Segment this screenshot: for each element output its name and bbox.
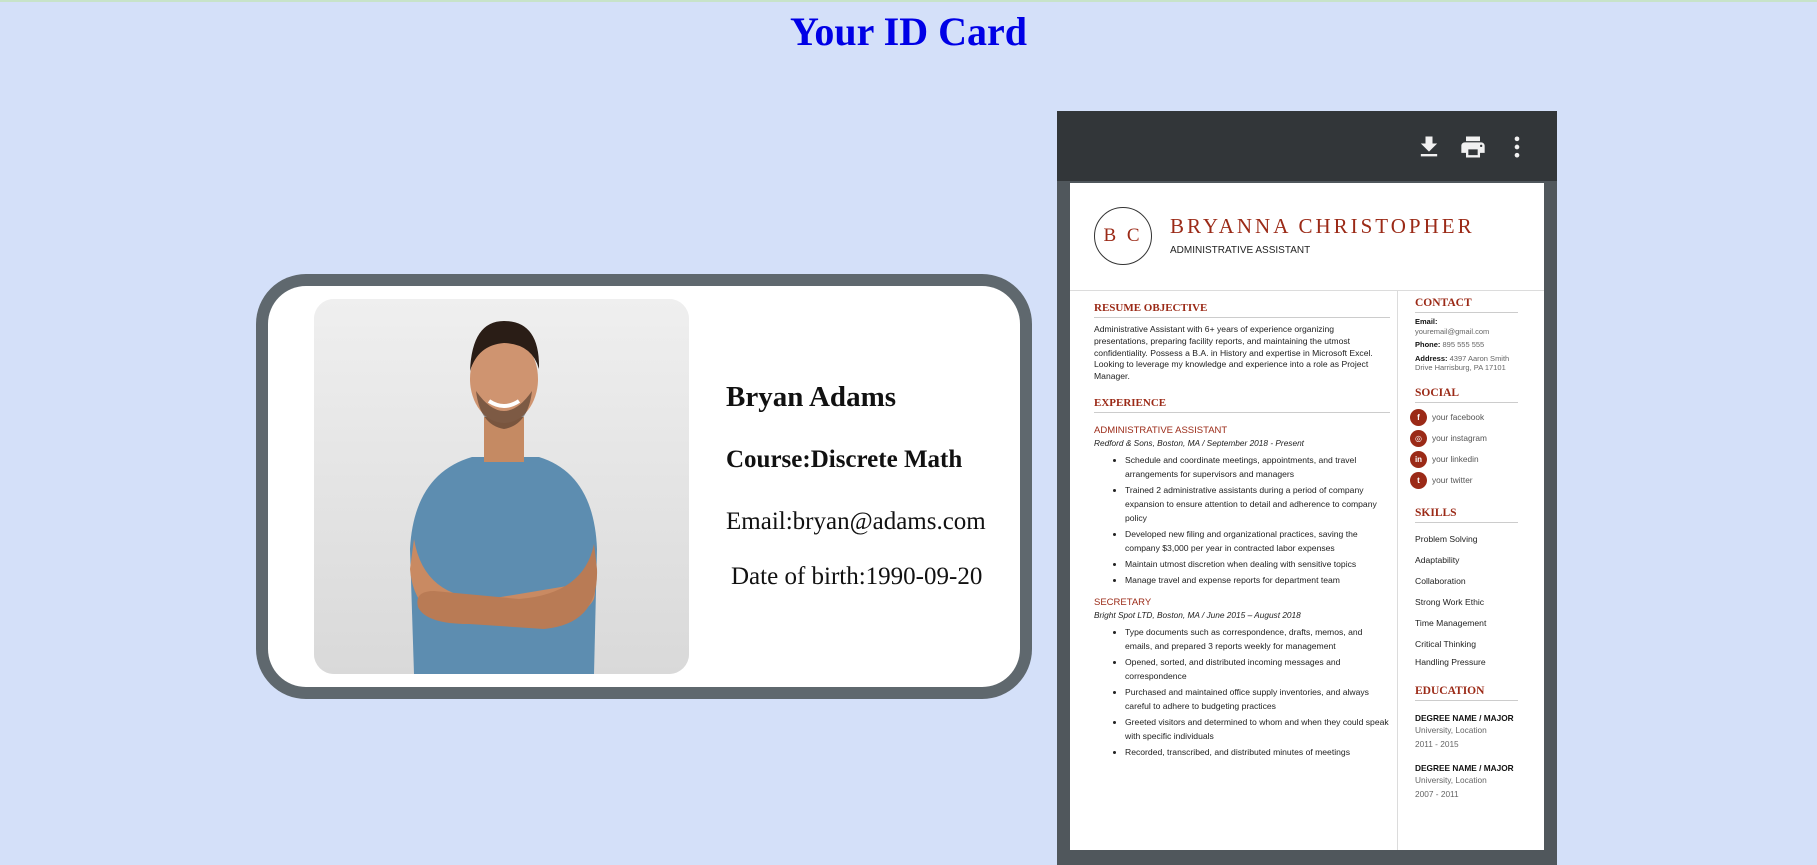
facebook-icon: f	[1410, 408, 1427, 426]
job-bullet: Greeted visitors and determined to whom …	[1125, 715, 1390, 743]
job-bullet: Type documents such as correspondence, d…	[1125, 625, 1390, 653]
objective-heading: RESUME OBJECTIVE	[1094, 302, 1390, 318]
pdf-viewer: B C BRYANNA CHRISTOPHER ADMINISTRATIVE A…	[1057, 111, 1557, 865]
social-list: f your facebook ◎ your instagram in your link…	[1410, 408, 1518, 489]
job-bullet: Maintain utmost discretion when dealing …	[1125, 557, 1390, 571]
email-value: youremail@gmail.com	[1415, 326, 1490, 336]
job-bullet: Trained 2 administrative assistants duri…	[1125, 483, 1390, 525]
id-card-inner: Bryan Adams Course:Discrete Math Email:b…	[268, 286, 1020, 687]
job-title: SECRETARY	[1094, 596, 1152, 608]
job-bullet: Recorded, transcribed, and distributed m…	[1125, 745, 1390, 759]
column-divider	[1397, 291, 1398, 850]
monogram: B C	[1094, 207, 1152, 265]
job-bullets: Type documents such as correspondence, d…	[1125, 625, 1390, 759]
education-list: DEGREE NAME / MAJOR University, Location 2…	[1415, 713, 1518, 801]
viewer-toolbar	[1057, 111, 1557, 181]
education-heading: EDUCATION	[1415, 685, 1518, 701]
page-title: Your ID Card	[789, 9, 1028, 54]
card-email: Email:bryan@adams.com	[726, 508, 986, 535]
download-icon[interactable]	[1415, 133, 1443, 161]
education-school: University, Location	[1415, 774, 1487, 785]
skill-item: Handling Pressure	[1415, 656, 1486, 667]
education-degree: DEGREE NAME / MAJOR	[1415, 762, 1514, 773]
card-name: Bryan Adams	[726, 381, 897, 413]
contact-email: Email: youremail@gmail.com	[1415, 317, 1518, 336]
job-meta: Bright Spot LTD, Boston, MA / June 2015 …	[1094, 609, 1301, 620]
skills-list: Problem Solving Adaptability Collaboration…	[1415, 534, 1518, 667]
linkedin-icon: in	[1410, 450, 1427, 468]
education-years: 2007 - 2011	[1415, 788, 1459, 799]
card-course: Course:Discrete Math	[726, 446, 963, 473]
education-years: 2011 - 2015	[1415, 738, 1459, 749]
social-link[interactable]: ◎ your instagram	[1410, 429, 1518, 447]
phone-value: 895 555 555	[1442, 340, 1485, 349]
job-bullet: Opened, sorted, and distributed incoming…	[1125, 655, 1390, 683]
resume-main-column: RESUME OBJECTIVE Administrative Assistan…	[1094, 302, 1390, 761]
address-label: Address:	[1415, 353, 1448, 363]
contact-address: Address: 4397 Aaron Smith Drive Harrisbu…	[1415, 354, 1518, 373]
person-illustration	[314, 299, 689, 674]
social-heading: SOCIAL	[1415, 387, 1518, 403]
social-link[interactable]: in your linkedin	[1410, 450, 1518, 468]
skill-item: Critical Thinking	[1415, 638, 1476, 649]
social-link[interactable]: t your twitter	[1410, 471, 1518, 489]
card-dob: Date of birth:1990-09-20	[731, 563, 983, 590]
resume-name: BRYANNA CHRISTOPHER	[1170, 214, 1475, 238]
resume-page: B C BRYANNA CHRISTOPHER ADMINISTRATIVE A…	[1070, 183, 1544, 850]
skill-item: Collaboration	[1415, 575, 1466, 586]
skill-item: Adaptability	[1415, 554, 1460, 565]
profile-photo	[314, 299, 689, 674]
skills-heading: SKILLS	[1415, 507, 1518, 523]
social-label: your instagram	[1432, 433, 1487, 443]
job-meta: Redford & Sons, Boston, MA / September 2…	[1094, 437, 1304, 448]
objective-text: Administrative Assistant with 6+ years o…	[1094, 324, 1373, 382]
job-bullet: Manage travel and expense reports for de…	[1125, 573, 1390, 587]
social-label: your twitter	[1432, 475, 1473, 485]
social-label: your linkedin	[1432, 454, 1479, 464]
resume-role: ADMINISTRATIVE ASSISTANT	[1170, 245, 1311, 256]
twitter-icon: t	[1410, 471, 1427, 489]
job-bullets: Schedule and coordinate meetings, appoin…	[1125, 453, 1390, 587]
job-bullet: Schedule and coordinate meetings, appoin…	[1125, 453, 1390, 481]
resume-header: B C BRYANNA CHRISTOPHER ADMINISTRATIVE A…	[1070, 183, 1544, 291]
experience-list: ADMINISTRATIVE ASSISTANT Redford & Sons, …	[1094, 425, 1390, 759]
social-label: your facebook	[1432, 412, 1485, 422]
instagram-icon: ◎	[1410, 429, 1427, 447]
phone-label: Phone:	[1415, 340, 1441, 349]
contact-heading: CONTACT	[1415, 297, 1518, 313]
social-link[interactable]: f your facebook	[1410, 408, 1518, 426]
experience-heading: EXPERIENCE	[1094, 397, 1390, 413]
resume-side-column: CONTACT Email: youremail@gmail.com Phone…	[1410, 297, 1518, 801]
top-divider	[0, 0, 1817, 2]
education-school: University, Location	[1415, 724, 1487, 735]
education-degree: DEGREE NAME / MAJOR	[1415, 712, 1514, 723]
print-icon[interactable]	[1459, 133, 1487, 161]
job-bullet: Developed new filing and organizational …	[1125, 527, 1390, 555]
email-label: Email:	[1415, 317, 1438, 326]
contact-phone: Phone: 895 555 555	[1415, 340, 1518, 350]
skill-item: Strong Work Ethic	[1415, 596, 1485, 607]
id-card-info: Bryan Adams Course:Discrete Math Email:b…	[726, 381, 1011, 591]
id-card: Bryan Adams Course:Discrete Math Email:b…	[256, 274, 1032, 699]
job-bullet: Purchased and maintained office supply i…	[1125, 685, 1390, 713]
job-title: ADMINISTRATIVE ASSISTANT	[1094, 424, 1228, 436]
more-vertical-icon[interactable]	[1503, 133, 1531, 161]
skill-item: Time Management	[1415, 617, 1487, 628]
skill-item: Problem Solving	[1415, 533, 1478, 544]
